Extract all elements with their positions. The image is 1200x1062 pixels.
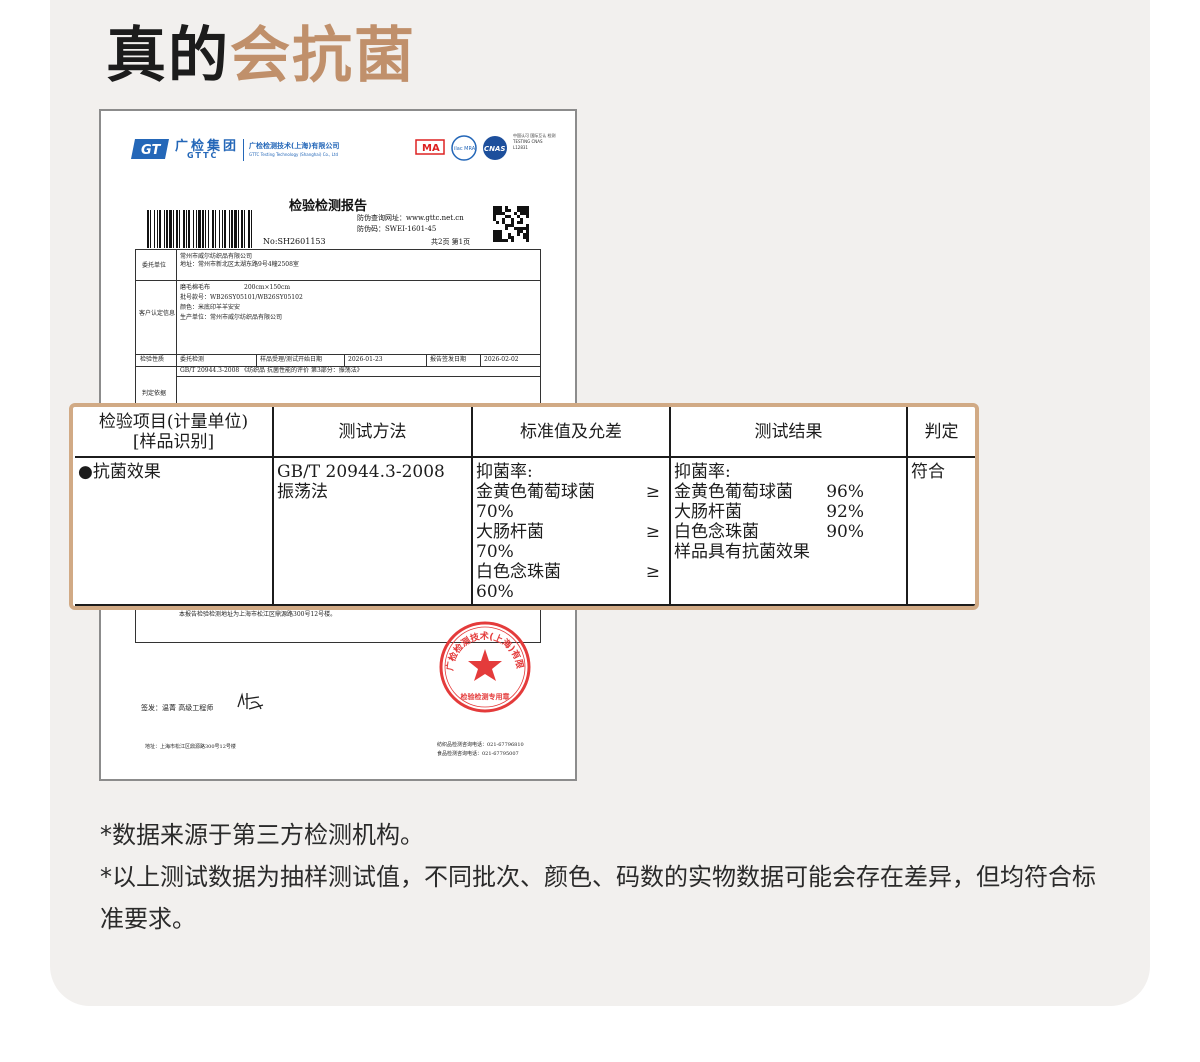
cell-method: GB/T 20944.3-2008 振荡法 (272, 456, 473, 606)
basis-label: 判定依据 (142, 390, 167, 397)
test-results-table: 检验项目(计量单位) [样品识别] 测试方法 标准值及允差 测试结果 判定 ●抗菌… (75, 407, 975, 606)
header-verdict: 判定 (906, 407, 975, 458)
verify-code: 防伪码：SWEI-1601-45 (357, 225, 437, 233)
title-accent: 会抗菌 (230, 21, 416, 91)
divider (243, 139, 244, 161)
sample-size: 200cm×150cm (244, 284, 291, 291)
standard-line: GB/T 20944.3-2008 《纺织品 抗菌性能的评价 第3部分：振荡法》 (180, 367, 363, 374)
client-address: 地址：常州市新北区太湖东路9号4幢2508室 (180, 261, 299, 268)
cell-result: 抑菌率: 金黄色葡萄球菌 96% 大肠杆菌 92% 白色念珠菌 90% 样品具有抗菌效… (669, 456, 908, 606)
report-footnote: 本报告检验检测地址为上海市松江区鼎源路300号12号楼。 (179, 611, 337, 618)
phone-textile: 纺织品检测咨询电话：021-67796810 (437, 742, 524, 748)
report-title: 检验检测报告 (289, 199, 368, 214)
client-name: 常州市威尔纺织品有限公司 (180, 253, 253, 260)
signer-label: 签发：温菁 高级工程师 (141, 704, 214, 712)
disclaimer-notes: *数据来源于第三方检测机构。 *以上测试数据为抽样测试值，不同批次、颜色、码数的… (100, 814, 1110, 940)
nature-label: 检验性质 (140, 356, 165, 363)
header-item: 检验项目(计量单位) [样品识别] (75, 407, 274, 458)
verify-site: 防伪查询网址：www.gttc.net.cn (357, 214, 464, 222)
ilac-label: ilac MRA (454, 146, 476, 152)
table-row: ●抗菌效果 GB/T 20944.3-2008 振荡法 抑菌率: 金黄色葡萄球菌… (75, 456, 975, 606)
verify-info: 防伪查询网址：www.gttc.net.cn 防伪码：SWEI-1601-45 (357, 213, 464, 235)
received-label: 样品受理/测试开始日期 (260, 356, 323, 363)
title-dark: 真的 (106, 21, 230, 91)
signature-icon (237, 692, 264, 710)
cnas-icon: CNAS (483, 136, 507, 160)
note-line: *数据来源于第三方检测机构。 (100, 821, 424, 849)
result-zoom-table: 检验项目(计量单位) [样品识别] 测试方法 标准值及允差 测试结果 判定 ●抗菌… (69, 403, 979, 610)
official-seal-icon: 广检检测技术(上海)有限公司 检验检测专用章 (437, 619, 531, 713)
barcode-icon (147, 210, 252, 248)
cert-text: 中国认可 国际互认 检测 TESTING CNAS L12831 (513, 133, 556, 150)
note-line: *以上测试数据为抽样测试值，不同批次、颜色、码数的实物数据可能会存在差异，但均符… (100, 863, 1096, 933)
issued-label: 报告签发日期 (430, 356, 467, 363)
sample-label: 客户认定信息 (138, 310, 175, 317)
page-title: 真的会抗菌 (106, 18, 416, 94)
header-result: 测试结果 (669, 407, 908, 458)
cell-verdict: 符合 (906, 456, 975, 606)
report-number: No:SH2601153 (263, 237, 326, 246)
table-header-row: 检验项目(计量单位) [样品识别] 测试方法 标准值及允差 测试结果 判定 (75, 407, 975, 458)
cnas-label: CNAS (484, 145, 505, 153)
org-abbr: GTTC (187, 151, 219, 160)
svg-text:GT: GT (141, 143, 161, 158)
client-label: 委托单位 (142, 262, 167, 269)
ilac-mra-icon: ilac MRA (451, 135, 477, 161)
lab-address: 地址：上海市松江区鼎源路300号12号楼 (145, 744, 236, 750)
sample-maker: 生产单位：常州市威尔纺织品有限公司 (180, 314, 283, 321)
issued-date: 2026-02-02 (484, 356, 519, 363)
qr-code-icon (493, 206, 529, 242)
received-date: 2026-01-23 (348, 356, 383, 363)
sample-name: 磨毛棉毛布 (180, 284, 211, 291)
cma-cert-icon: MA (415, 139, 445, 155)
sample-batch: 批号款号：WB26SY05101/WB26SY05102 (180, 294, 303, 301)
header-standard: 标准值及允差 (471, 407, 671, 458)
org-full-name-en: GTTC Testing Technology (Shanghai) Co., … (249, 152, 339, 157)
seal-sub-text: 检验检测专用章 (461, 692, 510, 701)
header-method: 测试方法 (272, 407, 473, 458)
cma-label: MA (422, 143, 440, 154)
page-count: 共2页 第1页 (431, 238, 471, 246)
gttc-logo-icon: GT (131, 139, 169, 159)
lab-phones: 纺织品检测咨询电话：021-67796810 食品检测咨询电话：021-6779… (437, 741, 524, 759)
cell-standard: 抑菌率: 金黄色葡萄球菌 ≥ 70% 大肠杆菌 ≥ 70% 白色念珠菌 ≥ 60% (471, 456, 671, 606)
org-full-name: 广检检测技术(上海)有限公司 (249, 142, 340, 150)
cell-item: ●抗菌效果 (75, 456, 274, 606)
nature-value: 委托检测 (180, 356, 205, 363)
sample-color: 颜色：米底印羊羊安安 (180, 304, 241, 311)
phone-food: 食品检测咨询电话：021-67795007 (437, 751, 519, 757)
